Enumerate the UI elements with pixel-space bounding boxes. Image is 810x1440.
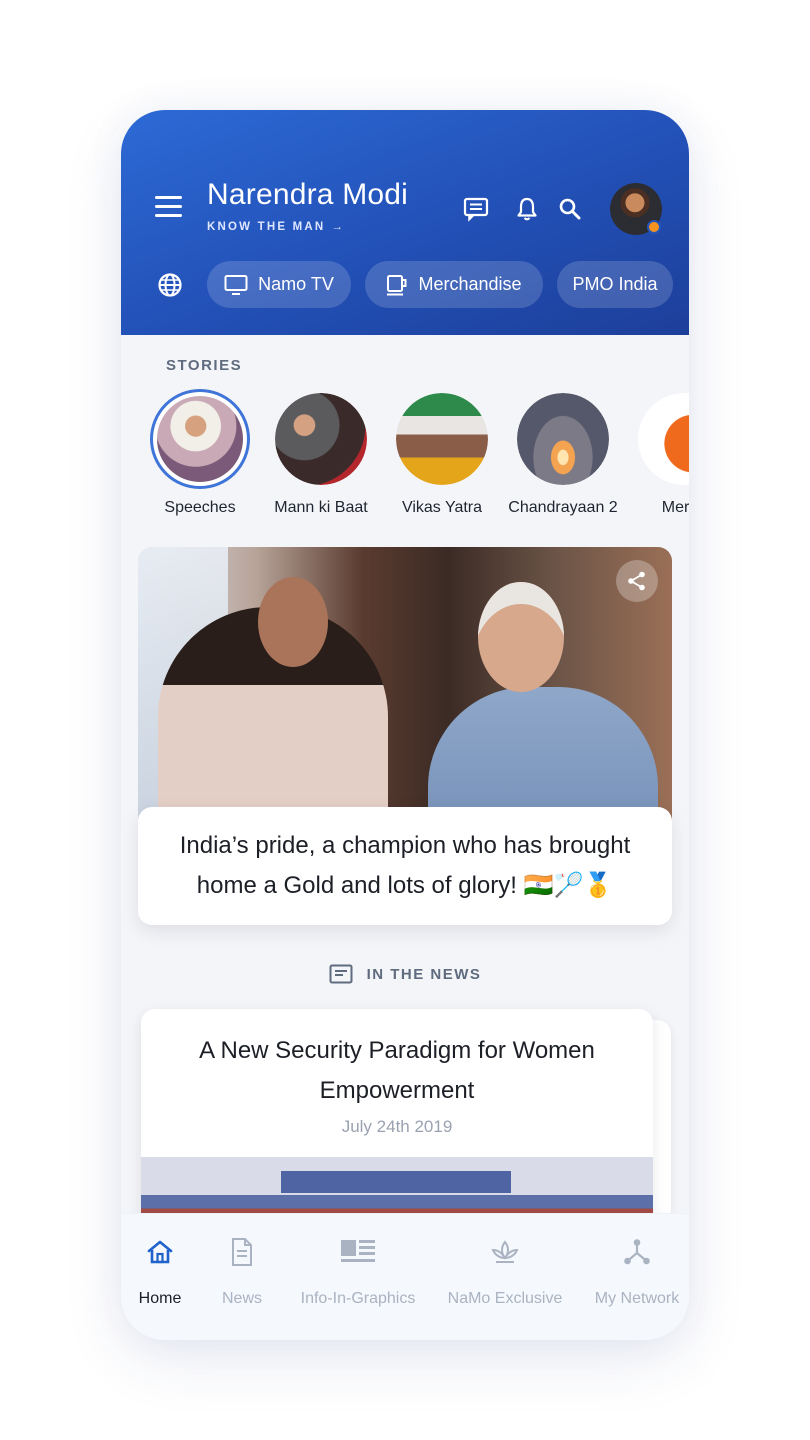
nav-home[interactable]: Home	[135, 1232, 185, 1308]
face-right	[478, 582, 564, 692]
nav-label: NaMo Exclusive	[447, 1290, 563, 1307]
story-label: Vikas Yatra	[401, 499, 483, 516]
phone-frame: Narendra Modi KNOW THE MAN → Namo TV Mer…	[121, 110, 689, 1340]
mug-icon	[387, 274, 407, 295]
story-chandrayaan-2[interactable]: Chandrayaan 2	[503, 393, 623, 517]
story-vikas-yatra[interactable]: Vikas Yatra	[382, 393, 502, 517]
news-heading: IN THE NEWS	[121, 964, 689, 984]
nav-my-network[interactable]: My Network	[593, 1232, 681, 1308]
person-right	[428, 687, 658, 827]
face-left	[258, 577, 328, 667]
chip-label: PMO India	[572, 274, 658, 294]
nav-label: News	[221, 1290, 262, 1307]
story-merch[interactable]: Merch	[624, 393, 689, 517]
nav-label: Home	[138, 1290, 182, 1307]
story-mann-ki-baat[interactable]: Mann ki Baat	[261, 393, 381, 517]
network-icon	[624, 1239, 650, 1265]
story-speeches[interactable]: Speeches	[140, 389, 260, 517]
globe-icon[interactable]	[157, 272, 183, 298]
app-header: Narendra Modi KNOW THE MAN → Namo TV Mer…	[121, 110, 689, 335]
app-title: Narendra Modi	[207, 178, 409, 211]
story-thumbnail	[275, 393, 367, 485]
story-thumbnail	[396, 393, 488, 485]
news-card-title: A New Security Paradigm for Women Empowe…	[199, 1037, 595, 1104]
story-label: Chandrayaan 2	[508, 499, 618, 516]
nav-news[interactable]: News	[217, 1232, 267, 1308]
nav-label: My Network	[594, 1290, 680, 1307]
arrow-right-icon: →	[331, 221, 346, 233]
chip-label: Merchandise	[418, 274, 522, 294]
stories-heading: STORIES	[166, 357, 243, 374]
newspaper-icon	[329, 964, 353, 984]
share-icon	[628, 571, 645, 591]
feature-caption[interactable]: India’s pride, a champion who has brough…	[138, 807, 672, 925]
know-the-man-label: KNOW THE MAN	[207, 221, 326, 233]
story-label: Mann ki Baat	[274, 499, 368, 516]
search-icon[interactable]	[557, 196, 583, 222]
story-thumbnail	[517, 393, 609, 485]
nav-namo-exclusive[interactable]: NaMo Exclusive	[447, 1232, 563, 1308]
event-banner	[281, 1171, 511, 1193]
story-label: Merch	[661, 499, 689, 516]
chip-label: Namo TV	[258, 274, 334, 294]
chip-namo-tv[interactable]: Namo TV	[207, 261, 351, 308]
nav-label: Info-In-Graphics	[300, 1290, 416, 1307]
notification-dot	[647, 220, 661, 234]
share-button[interactable]	[616, 560, 658, 602]
infographic-icon	[341, 1240, 375, 1262]
home-icon	[147, 1240, 173, 1264]
nav-info-in-graphics[interactable]: Info-In-Graphics	[299, 1232, 417, 1308]
tv-icon	[224, 274, 248, 295]
chip-pmo-india[interactable]: PMO India	[557, 261, 673, 308]
document-icon	[232, 1238, 252, 1266]
story-label: Speeches	[164, 499, 236, 516]
story-thumbnail	[638, 393, 689, 485]
feature-image[interactable]	[138, 547, 672, 827]
chip-merchandise[interactable]: Merchandise	[365, 261, 543, 308]
news-card-date: July 24th 2019	[341, 1117, 453, 1136]
lotus-icon	[491, 1240, 519, 1263]
news-heading-label: IN THE NEWS	[366, 965, 482, 983]
know-the-man-link[interactable]: KNOW THE MAN →	[207, 221, 345, 233]
menu-icon[interactable]	[155, 196, 183, 220]
story-thumbnail	[150, 389, 250, 489]
bell-icon[interactable]	[514, 196, 540, 222]
message-icon[interactable]	[463, 196, 489, 222]
bottom-nav: Home News Info-In-Graphics NaMo Exclusiv…	[121, 1213, 689, 1340]
